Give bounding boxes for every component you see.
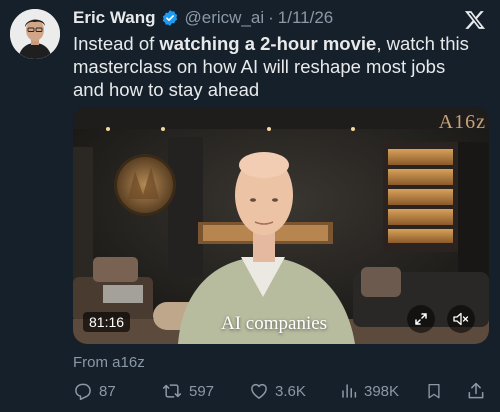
video-watermark: A16z (438, 111, 486, 133)
tweet-text-bold: watching a 2-hour movie (159, 33, 377, 54)
author-name[interactable]: Eric Wang (73, 7, 156, 29)
view-count: 398K (364, 382, 400, 400)
tweet-text: Instead of watching a 2-hour movie, watc… (73, 32, 478, 101)
reply-button[interactable]: 87 (73, 381, 116, 401)
avatar[interactable] (10, 9, 60, 59)
video-player[interactable]: A16z AI companies 81:16 (73, 107, 489, 344)
x-logo-icon[interactable] (464, 9, 486, 31)
reply-count: 87 (99, 382, 116, 400)
share-icon (468, 382, 484, 399)
bookmark-button[interactable] (425, 381, 449, 401)
like-count: 3.6K (275, 382, 306, 400)
video-source-label[interactable]: From a16z (73, 354, 145, 371)
bookmark-icon (428, 383, 440, 399)
reply-icon (75, 383, 91, 401)
like-icon (251, 383, 267, 399)
like-button[interactable]: 3.6K (249, 381, 306, 401)
post-date[interactable]: 1/11/26 (278, 7, 333, 29)
tweet-text-part1: Instead of (73, 33, 160, 54)
mute-icon[interactable] (447, 305, 475, 333)
share-button[interactable] (466, 381, 492, 401)
video-duration: 81:16 (83, 312, 131, 332)
action-bar: 87 597 3.6K 398K (73, 381, 488, 405)
repost-button[interactable]: 597 (161, 381, 214, 401)
repost-icon (162, 384, 182, 398)
video-caption: AI companies (221, 313, 328, 334)
author-handle[interactable]: @ericw_ai (185, 7, 265, 29)
views-button[interactable]: 398K (340, 381, 399, 401)
verified-badge-icon (161, 9, 179, 27)
dot-separator: · (268, 8, 274, 27)
views-icon (342, 384, 357, 398)
tweet-header: Eric Wang @ericw_ai · 1/11/26 (73, 7, 333, 29)
repost-count: 597 (189, 382, 215, 400)
fullscreen-icon[interactable] (407, 305, 435, 333)
